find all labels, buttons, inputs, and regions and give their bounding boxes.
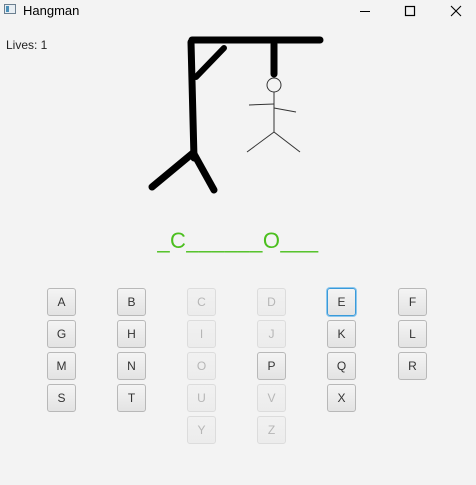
letter-button-l[interactable]: L <box>398 320 427 348</box>
letter-button-h[interactable]: H <box>117 320 146 348</box>
gallows-structure <box>148 36 324 194</box>
word-display: _C______O___ <box>157 228 319 253</box>
letter-button-j: J <box>257 320 286 348</box>
letter-button-u: U <box>187 384 216 412</box>
letter-button-f[interactable]: F <box>398 288 427 316</box>
letter-button-n[interactable]: N <box>117 352 146 380</box>
letter-button-z: Z <box>257 416 286 444</box>
letter-button-c: C <box>187 288 216 316</box>
letter-button-e[interactable]: E <box>327 288 356 316</box>
letter-button-p[interactable]: P <box>257 352 286 380</box>
letter-button-k[interactable]: K <box>327 320 356 348</box>
letter-button-t[interactable]: T <box>117 384 146 412</box>
letter-button-r[interactable]: R <box>398 352 427 380</box>
letter-button-o: O <box>187 352 216 380</box>
letter-button-b[interactable]: B <box>117 288 146 316</box>
letter-button-m[interactable]: M <box>47 352 76 380</box>
letter-button-y: Y <box>187 416 216 444</box>
letter-button-a[interactable]: A <box>47 288 76 316</box>
letter-button-i: I <box>187 320 216 348</box>
letter-button-s[interactable]: S <box>47 384 76 412</box>
letter-button-d: D <box>257 288 286 316</box>
hangman-drawing <box>148 36 324 194</box>
letter-button-g[interactable]: G <box>47 320 76 348</box>
letter-button-q[interactable]: Q <box>327 352 356 380</box>
letter-button-x[interactable]: X <box>327 384 356 412</box>
letter-button-v: V <box>257 384 286 412</box>
hanged-figure <box>246 77 301 153</box>
